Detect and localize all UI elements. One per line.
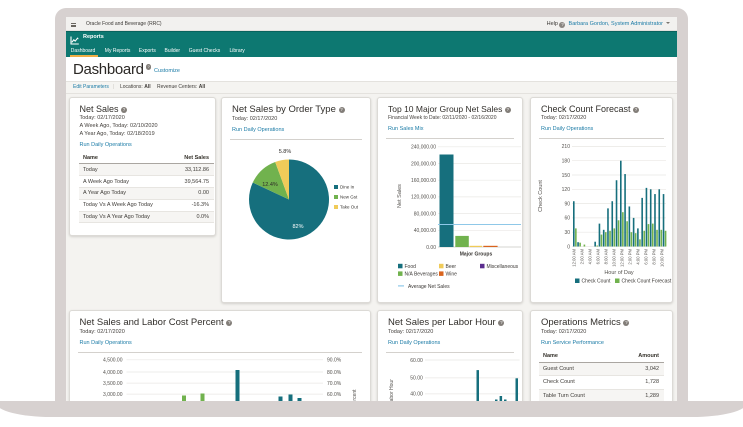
svg-text:4:00 PM: 4:00 PM [636, 248, 641, 264]
svg-text:180: 180 [562, 158, 571, 164]
svg-text:120,000.00: 120,000.00 [411, 194, 436, 200]
svg-text:10:00 AM: 10:00 AM [612, 248, 617, 266]
svg-text:Hour of Day: Hour of Day [604, 270, 634, 276]
svg-text:Take Out: Take Out [340, 204, 359, 209]
svg-text:0: 0 [567, 244, 570, 250]
svg-text:150: 150 [562, 172, 571, 178]
svg-text:4,000.00: 4,000.00 [103, 369, 123, 375]
svg-text:Average Net Sales: Average Net Sales [408, 283, 450, 289]
svg-text:3,500.00: 3,500.00 [103, 380, 123, 386]
svg-text:60: 60 [564, 215, 570, 221]
svg-text:2:00 PM: 2:00 PM [628, 248, 633, 264]
svg-text:60.00: 60.00 [410, 357, 423, 363]
svg-text:Labor Cost Percent: Labor Cost Percent [352, 388, 358, 401]
svg-text:6:00 AM: 6:00 AM [596, 248, 601, 264]
svg-text:10:00 PM: 10:00 PM [660, 248, 665, 266]
svg-text:12:00 PM: 12:00 PM [620, 248, 625, 266]
svg-text:30: 30 [564, 230, 570, 236]
svg-text:3,000.00: 3,000.00 [103, 391, 123, 397]
svg-text:70.0%: 70.0% [327, 380, 342, 386]
svg-text:40,000.00: 40,000.00 [414, 228, 436, 234]
svg-text:120: 120 [562, 187, 571, 193]
svg-text:90.0%: 90.0% [327, 357, 342, 363]
svg-text:8:00 AM: 8:00 AM [604, 248, 609, 264]
svg-text:Dine In: Dine In [340, 184, 355, 189]
svg-text:200,000.00: 200,000.00 [411, 161, 436, 167]
svg-text:Food: Food [405, 263, 417, 269]
svg-text:4:00 AM: 4:00 AM [588, 248, 593, 264]
svg-text:Major Groups: Major Groups [460, 251, 493, 257]
svg-text:Net Sales per Labor Hour: Net Sales per Labor Hour [389, 378, 395, 401]
svg-text:Check Count Forecast: Check Count Forecast [622, 278, 672, 284]
svg-text:12:00 AM: 12:00 AM [572, 248, 577, 266]
svg-text:0.00: 0.00 [426, 244, 436, 250]
svg-text:50.00: 50.00 [410, 375, 423, 381]
svg-text:New Gst: New Gst [340, 194, 358, 199]
svg-text:Wine: Wine [446, 271, 458, 277]
svg-text:80.0%: 80.0% [327, 369, 342, 375]
svg-text:Check Count: Check Count [538, 179, 544, 211]
svg-text:90: 90 [564, 201, 570, 207]
svg-text:8:00 PM: 8:00 PM [652, 248, 657, 264]
svg-text:210: 210 [562, 144, 571, 150]
svg-text:82%: 82% [292, 224, 303, 230]
svg-text:5.8%: 5.8% [279, 149, 292, 155]
svg-text:Check Count: Check Count [582, 278, 612, 284]
svg-text:12.4%: 12.4% [262, 182, 278, 188]
svg-text:4,500.00: 4,500.00 [103, 357, 123, 363]
svg-text:40.00: 40.00 [410, 391, 423, 397]
svg-text:80,000.00: 80,000.00 [414, 211, 436, 217]
svg-text:Miscellaneous: Miscellaneous [487, 263, 519, 269]
svg-text:6:00 PM: 6:00 PM [644, 248, 649, 264]
svg-text:Beer: Beer [446, 263, 457, 269]
svg-text:2:00 AM: 2:00 AM [580, 248, 585, 264]
svg-text:60.0%: 60.0% [327, 391, 342, 397]
svg-text:240,000.00: 240,000.00 [411, 144, 436, 150]
svg-text:N/A Beverages: N/A Beverages [405, 271, 439, 277]
svg-text:160,000.00: 160,000.00 [411, 178, 436, 184]
svg-text:Net Sales: Net Sales [397, 183, 403, 207]
